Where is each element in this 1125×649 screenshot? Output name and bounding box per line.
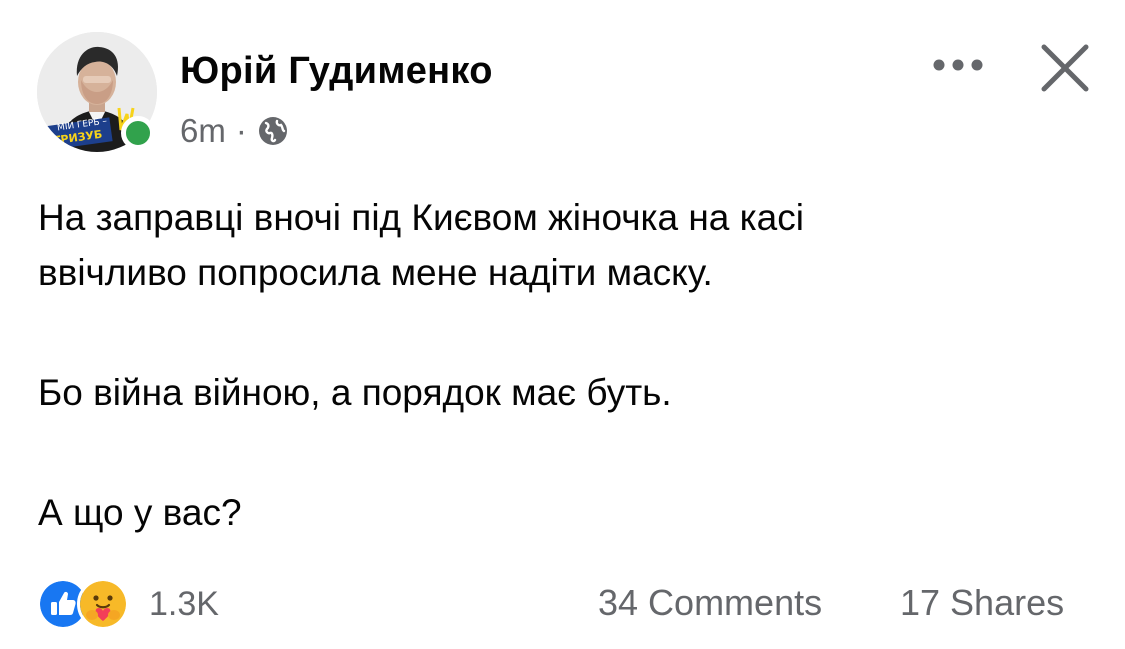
reactions-summary[interactable]: 1.3K	[37, 578, 219, 630]
post-paragraph-1-line-1: На заправці вночі під Києвом жіночка на …	[38, 197, 804, 238]
post-paragraph-3: А що у вас?	[38, 485, 1088, 540]
more-options-button[interactable]	[928, 50, 988, 80]
care-icon	[77, 578, 129, 630]
close-icon	[1041, 44, 1089, 92]
post-paragraph-3-line-1: А що у вас?	[38, 492, 242, 533]
facebook-post: МІЙ ГЕРБ – ТРИЗУБ Юрій Гудименко 6m · На…	[0, 0, 1125, 649]
post-text: На заправці вночі під Києвом жіночка на …	[38, 190, 1088, 540]
meta-separator: ·	[235, 112, 247, 149]
reaction-count: 1.3K	[149, 584, 219, 623]
post-paragraph-1-line-2: ввічливо попросила мене надіти маску.	[38, 252, 713, 293]
comments-count-link[interactable]: 34 Comments	[598, 582, 822, 624]
shares-count-link[interactable]: 17 Shares	[900, 582, 1064, 624]
post-paragraph-1: На заправці вночі під Києвом жіночка на …	[38, 190, 1088, 300]
online-status-indicator	[121, 116, 155, 150]
globe-icon	[257, 115, 289, 147]
post-paragraph-2-line-1: Бо війна війною, а порядок має буть.	[38, 372, 672, 413]
ellipsis-icon	[933, 59, 983, 71]
post-paragraph-2: Бо війна війною, а порядок має буть.	[38, 365, 1088, 420]
close-button[interactable]	[1035, 38, 1095, 98]
post-meta: 6m ·	[180, 112, 289, 150]
author-avatar[interactable]: МІЙ ГЕРБ – ТРИЗУБ	[37, 32, 157, 152]
author-name[interactable]: Юрій Гудименко	[180, 50, 493, 93]
post-timestamp[interactable]: 6m	[180, 112, 226, 150]
